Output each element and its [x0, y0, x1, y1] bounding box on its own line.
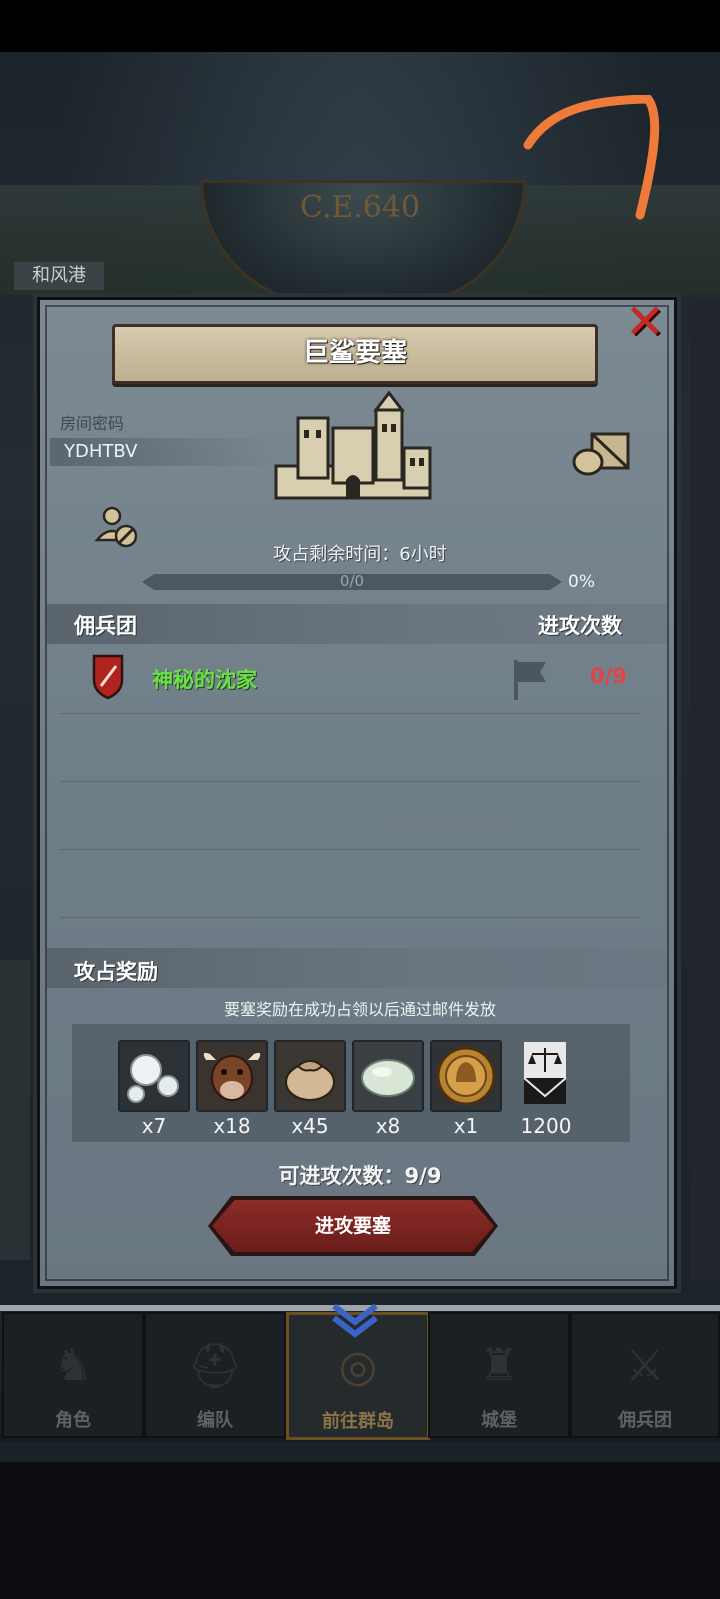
reward-item[interactable]: x7 — [118, 1040, 190, 1138]
time-remaining: 攻占剩余时间：6小时 — [273, 544, 447, 565]
reward-qty: x45 — [291, 1114, 329, 1138]
close-button[interactable]: ✕ — [620, 298, 670, 346]
chevron-down-icon — [332, 1303, 378, 1338]
guild-shield-icon — [92, 654, 124, 700]
castle-nav-icon: ♜ — [479, 1340, 519, 1391]
globe-icon: ◎ — [338, 1341, 378, 1392]
stone-icon — [352, 1040, 424, 1112]
reward-header: 攻占奖励 — [74, 960, 158, 984]
flag-icon — [514, 660, 546, 700]
reward-item[interactable]: x45 — [274, 1040, 346, 1138]
nav-label: 编队 — [197, 1410, 233, 1431]
orange-annotation-stroke — [523, 95, 660, 220]
cow-icon — [196, 1040, 268, 1112]
nav-label: 佣兵团 — [618, 1410, 672, 1431]
system-nav-area — [0, 1462, 720, 1599]
helmet-icon: ⛑ — [187, 1341, 243, 1392]
knight-icon: ♞ — [53, 1340, 93, 1391]
reward-item[interactable]: x18 — [196, 1040, 268, 1138]
merc-row[interactable] — [60, 645, 640, 714]
nav-label: 角色 — [55, 1410, 91, 1431]
nav-label: 前往群岛 — [322, 1411, 394, 1432]
reward-qty: x1 — [453, 1114, 479, 1138]
harbor-label[interactable]: 和风港 — [14, 262, 104, 290]
empty-row — [60, 713, 640, 782]
room-password-label: 房间密码 — [60, 414, 125, 433]
progress-text: 0/0 — [339, 572, 365, 590]
merc-attack-count: 0/9 — [590, 664, 627, 688]
attack-count-header: 进攻次数 — [538, 614, 622, 638]
reward-item[interactable]: 1200 — [510, 1040, 582, 1138]
pearl-icon — [118, 1040, 190, 1112]
nav-item-formation[interactable]: ⛑ 编队 — [144, 1312, 286, 1438]
castle-icon — [274, 390, 432, 500]
reward-item[interactable]: x8 — [352, 1040, 424, 1138]
scales-banner-icon — [510, 1040, 578, 1108]
nav-item-castle[interactable]: ♜ 城堡 — [428, 1312, 570, 1438]
reward-qty: 1200 — [520, 1114, 572, 1138]
dialog-title: 巨鲨要塞 — [302, 338, 407, 368]
era-label: C.E.640 — [299, 190, 421, 225]
progress-percent: 0% — [568, 572, 595, 592]
attack-fortress-button[interactable]: 进攻要塞 — [212, 1200, 494, 1252]
reward-qty: x8 — [375, 1114, 401, 1138]
reward-item[interactable]: x1 — [430, 1040, 502, 1138]
nav-item-character[interactable]: ♞ 角色 — [2, 1312, 144, 1438]
nav-item-mercenary[interactable]: ⚔ 佣兵团 — [570, 1312, 720, 1438]
empty-row — [60, 781, 640, 850]
reward-qty: x18 — [213, 1114, 251, 1138]
reward-qty: x7 — [141, 1114, 167, 1138]
reward-note: 要塞奖励在成功占领以后通过邮件发放 — [223, 1000, 496, 1019]
right-side-panel — [690, 300, 720, 1280]
empty-row — [60, 849, 640, 918]
sack-icon — [274, 1040, 346, 1112]
loot-icon[interactable] — [570, 428, 632, 478]
mercenary-icon: ⚔ — [625, 1340, 665, 1391]
merc-name[interactable]: 神秘的沈家 — [152, 664, 257, 694]
helmet-coin-icon — [430, 1040, 502, 1112]
remaining-attacks: 可进攻次数：9/9 — [278, 1164, 442, 1188]
room-password-value: YDHTBV — [64, 441, 138, 462]
status-bar — [0, 0, 720, 52]
nav-label: 城堡 — [481, 1410, 517, 1431]
merc-header: 佣兵团 — [74, 614, 137, 638]
